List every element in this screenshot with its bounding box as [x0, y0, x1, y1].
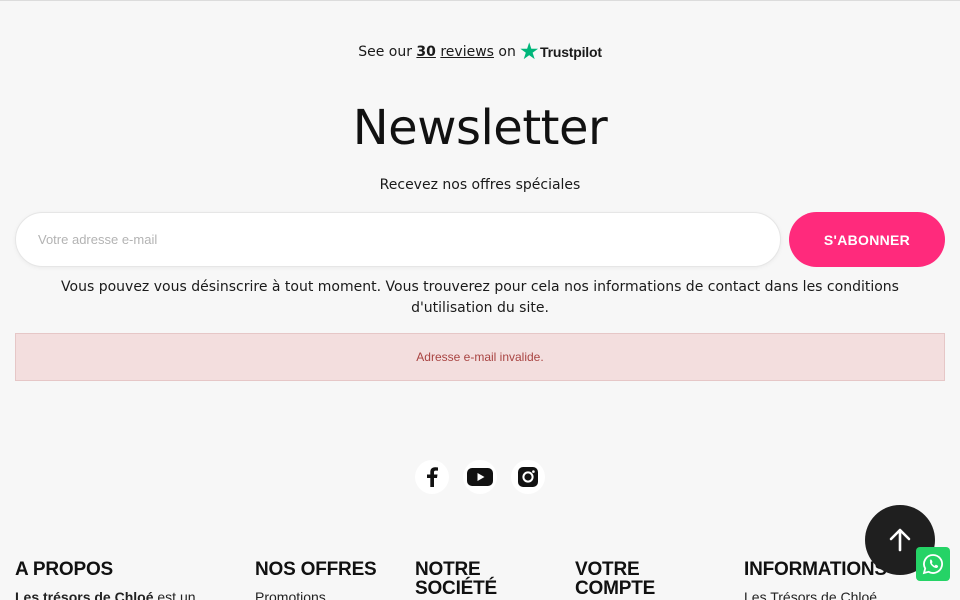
footer-about-text: Les trésors de Chloé est un: [15, 589, 196, 600]
whatsapp-icon: [922, 554, 943, 575]
newsletter-note: Vous pouvez vous désinscrire à tout mome…: [61, 279, 899, 316]
youtube-icon[interactable]: [463, 460, 497, 494]
arrow-up-icon: [889, 528, 911, 552]
trustpilot-brand: Trustpilot: [540, 44, 602, 60]
footer-info-link[interactable]: Les Trésors de Chloé: [744, 589, 887, 600]
footer-info: INFORMATIONS Les Trésors de Chloé: [744, 560, 887, 600]
trustpilot-reviews-link[interactable]: reviews: [440, 44, 494, 60]
footer-company: NOTRE SOCIÉTÉ: [415, 560, 525, 598]
trustpilot-logo[interactable]: ★ Trustpilot: [520, 42, 602, 62]
error-alert: Adresse e-mail invalide.: [15, 333, 945, 381]
trustpilot-star-icon: ★: [520, 41, 539, 63]
footer-account: VOTRE COMPTE: [575, 560, 685, 598]
facebook-icon[interactable]: [415, 460, 449, 494]
whatsapp-button[interactable]: [916, 547, 950, 581]
email-input[interactable]: [15, 212, 781, 267]
footer-account-title: VOTRE COMPTE: [575, 559, 656, 599]
instagram-icon[interactable]: [511, 460, 545, 494]
footer-info-title: INFORMATIONS: [744, 559, 887, 580]
subscribe-button[interactable]: S'ABONNER: [789, 212, 945, 267]
footer-about-title: A PROPOS: [15, 559, 113, 580]
trustpilot-on: on: [498, 44, 516, 60]
footer-company-title: NOTRE SOCIÉTÉ: [415, 559, 498, 599]
error-message: Adresse e-mail invalide.: [416, 350, 544, 364]
trustpilot-prefix: See our: [358, 44, 412, 60]
footer-offers-promotions-link[interactable]: Promotions: [255, 589, 377, 600]
newsletter-subtitle: Recevez nos offres spéciales: [379, 177, 581, 193]
footer-about: A PROPOS Les trésors de Chloé est un: [15, 560, 196, 600]
top-divider: [0, 0, 960, 1]
trustpilot-review-count[interactable]: 30: [416, 44, 435, 60]
footer-offers-title: NOS OFFRES: [255, 559, 377, 580]
social-links: [0, 460, 960, 494]
footer-offers: NOS OFFRES Promotions: [255, 560, 377, 600]
newsletter-title: Newsletter: [352, 100, 608, 156]
trustpilot-widget[interactable]: See our 30 reviews on ★ Trustpilot: [0, 42, 960, 62]
footer-about-rest: est un: [153, 589, 196, 600]
footer-about-brand-link[interactable]: Les trésors de Chloé: [15, 589, 154, 600]
